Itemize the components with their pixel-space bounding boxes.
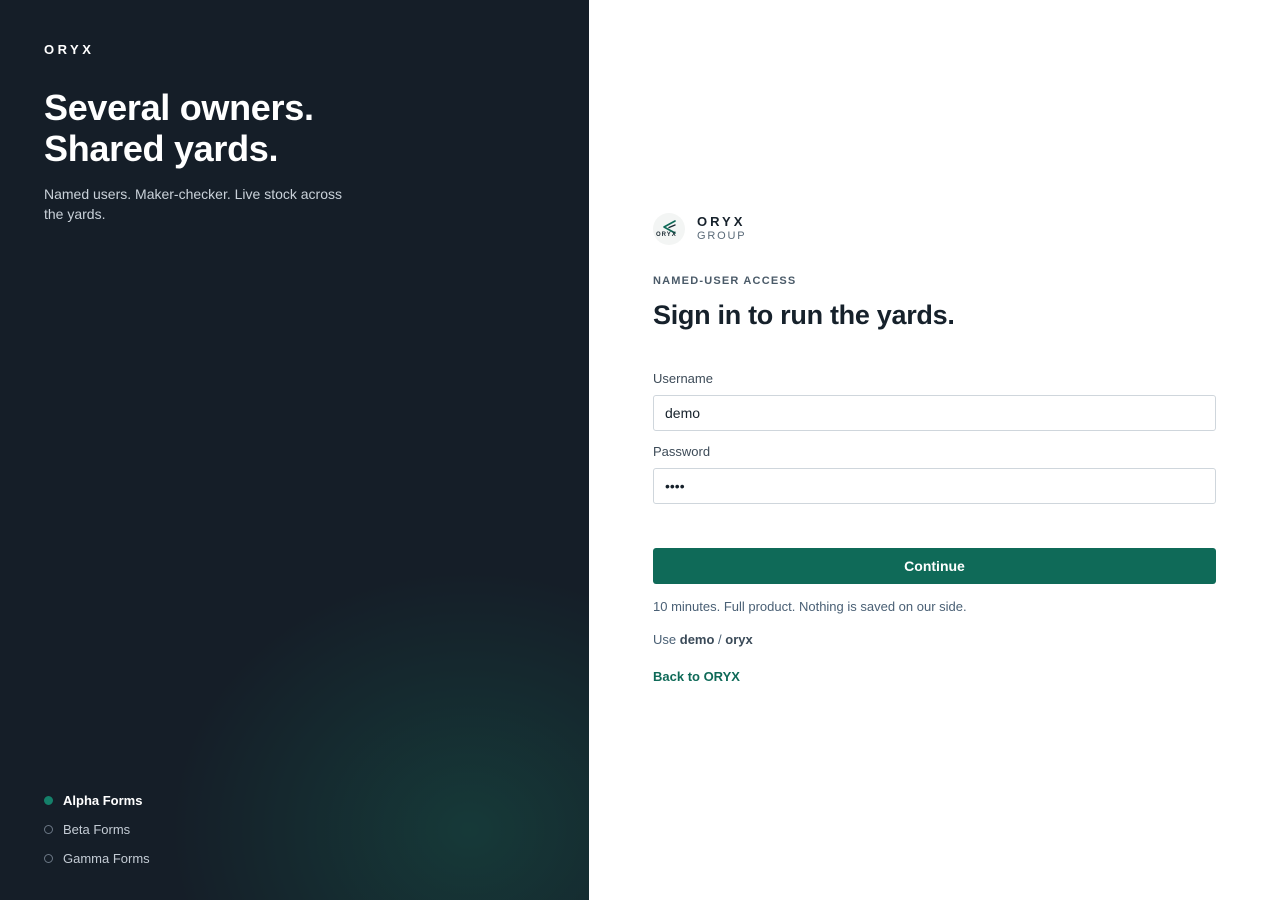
password-label: Password [653, 444, 711, 459]
page-title: Sign in to run the yards. [653, 300, 955, 330]
brand-wordmark: ORYX [44, 42, 95, 57]
hero-subtitle: Named users. Maker-checker. Live stock a… [44, 186, 342, 222]
filled-dot-icon [44, 796, 53, 805]
password-input[interactable] [653, 468, 1216, 504]
logo-mark-text: ORYX [656, 232, 677, 238]
demo-credentials: Use demo / oryx [653, 632, 753, 647]
left-panel: ORYX Several owners. Shared yards. Named… [0, 0, 589, 900]
back-link[interactable]: Back to ORYX [653, 669, 740, 684]
form-item-beta[interactable]: Beta Forms [44, 815, 150, 844]
hero-line-1: Several owners. [44, 87, 314, 128]
logo-text: ORYX GROUP [697, 214, 746, 244]
form-item-label: Beta Forms [63, 822, 131, 837]
creds-username: demo [679, 632, 715, 647]
forms-list: Alpha Forms Beta Forms Gamma Forms [44, 786, 150, 873]
continue-button[interactable]: Continue [653, 548, 1216, 584]
company-logo: ORYX ORYX GROUP [653, 213, 746, 245]
demo-note: 10 minutes. Full product. Nothing is sav… [653, 599, 967, 614]
form-item-alpha[interactable]: Alpha Forms [44, 786, 150, 815]
logo-group: GROUP [697, 230, 747, 242]
logo-name: ORYX [697, 214, 746, 229]
hero-line-2: Shared yards. [44, 128, 279, 169]
username-label: Username [653, 371, 713, 386]
form-item-gamma[interactable]: Gamma Forms [44, 844, 150, 873]
hollow-dot-icon [44, 825, 53, 834]
oryx-logo-icon: ORYX [653, 213, 685, 245]
hero-heading: Several owners. Shared yards. [44, 87, 314, 169]
hollow-dot-icon [44, 854, 53, 863]
username-input[interactable] [653, 395, 1216, 431]
form-item-label: Gamma Forms [63, 851, 150, 866]
creds-prefix: Use [653, 632, 677, 647]
creds-password: oryx [725, 632, 753, 647]
creds-separator: / [718, 632, 722, 647]
form-item-label: Alpha Forms [63, 793, 143, 808]
access-eyebrow: NAMED-USER ACCESS [653, 275, 797, 287]
